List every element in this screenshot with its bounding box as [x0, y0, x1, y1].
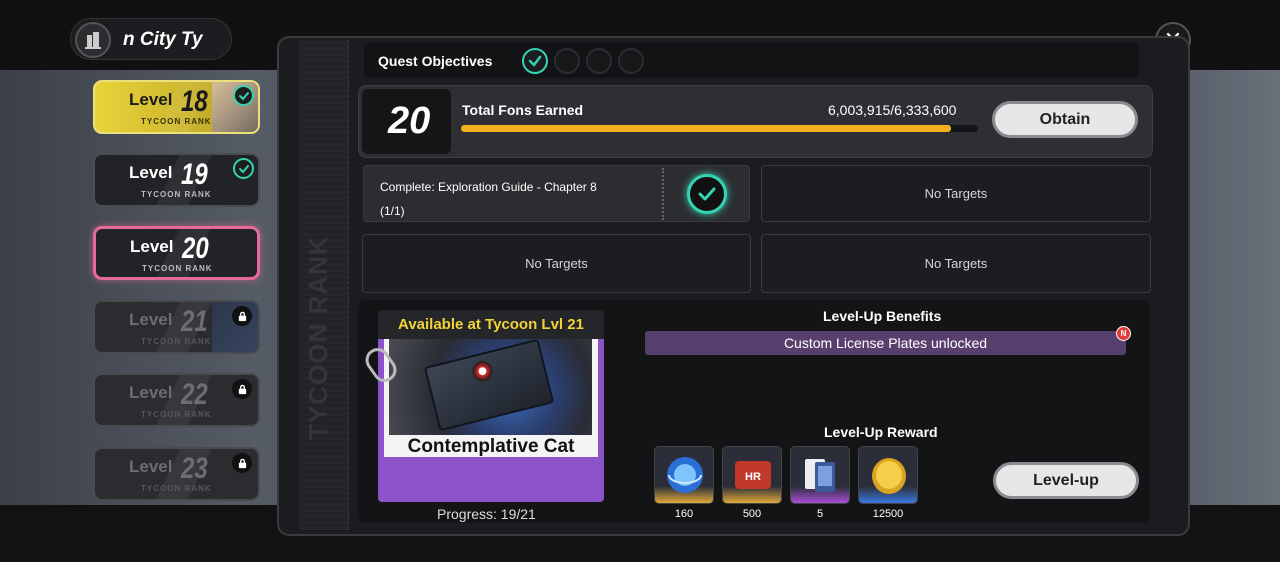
rewards-title: Level-Up Reward	[824, 424, 938, 440]
reward-item[interactable]: HR	[722, 446, 782, 504]
quest-objectives-title: Quest Objectives	[378, 53, 493, 69]
level-rank-label: TYCOON RANK	[142, 264, 213, 273]
benefits-title: Level-Up Benefits	[823, 308, 942, 324]
task-description: Complete: Exploration Guide - Chapter 8 …	[380, 175, 650, 223]
level-up-button[interactable]: Level-up	[993, 462, 1139, 499]
level-rank-label: TYCOON RANK	[141, 484, 212, 493]
reward-quantity: 12500	[872, 508, 904, 520]
objective-pending-dot	[554, 48, 580, 74]
city-building-icon	[75, 22, 111, 58]
level-number: 21	[181, 305, 208, 338]
task-divider	[662, 168, 664, 220]
fons-count: 6,003,915/6,333,600	[828, 102, 957, 118]
reward-quantity: 5	[816, 508, 824, 520]
card-progress: Progress: 19/21	[437, 506, 536, 522]
level-number: 19	[181, 158, 208, 191]
fons-level-number: 20	[388, 100, 431, 142]
level-item-21[interactable]: Level 21 TYCOON RANK	[93, 300, 260, 354]
level-number: 18	[181, 85, 208, 118]
objective-pending-dot	[618, 48, 644, 74]
level-number: 22	[181, 378, 208, 411]
level-prefix: Level	[129, 163, 173, 182]
task-count: (1/1)	[380, 204, 405, 218]
claimed-check-icon	[233, 85, 254, 106]
level-item-22[interactable]: Level 22 TYCOON RANK	[93, 373, 260, 427]
task-title: Complete: Exploration Guide - Chapter 8	[380, 180, 597, 194]
target-slot-3: No Targets	[362, 234, 751, 293]
obtain-button[interactable]: Obtain	[992, 101, 1138, 138]
side-label: TYCOON RANK	[303, 235, 333, 440]
fons-progress-bar	[461, 125, 978, 132]
card-availability-label: Available at Tycoon Lvl 21	[378, 310, 604, 339]
new-badge: N	[1116, 326, 1131, 341]
fons-progress-fill	[461, 125, 952, 132]
level-item-19[interactable]: Level 19 TYCOON RANK	[93, 153, 260, 207]
level-prefix: Level	[129, 457, 173, 476]
reward-item[interactable]	[858, 446, 918, 504]
reward-quantity: 500	[742, 508, 762, 520]
level-item-20[interactable]: Level 20 TYCOON RANK	[93, 226, 260, 280]
target-slot-4: No Targets	[761, 234, 1151, 293]
fons-title: Total Fons Earned	[462, 102, 584, 118]
target-slot-2: No Targets	[761, 165, 1151, 222]
city-name: n City Ty	[123, 29, 203, 50]
city-badge[interactable]: n City Ty	[70, 18, 232, 60]
lock-icon	[232, 306, 252, 326]
level-rank-label: TYCOON RANK	[141, 337, 212, 346]
reward-item[interactable]	[790, 446, 850, 504]
level-prefix: Level	[129, 383, 173, 402]
level-rank-label: TYCOON RANK	[141, 190, 212, 199]
level-number: 20	[182, 232, 209, 265]
lock-icon	[232, 453, 252, 473]
reward-item[interactable]	[654, 446, 714, 504]
card-title: Contemplative Cat	[407, 436, 575, 457]
level-item-18[interactable]: Level 18 TYCOON RANK	[93, 80, 260, 134]
level-prefix: Level	[130, 237, 174, 256]
objective-complete-icon	[522, 48, 548, 74]
level-rank-label: TYCOON RANK	[141, 410, 212, 419]
objective-pending-dot	[586, 48, 612, 74]
level-item-23[interactable]: Level 23 TYCOON RANK	[93, 447, 260, 501]
reward-quantity: 160	[674, 508, 694, 520]
level-prefix: Level	[129, 310, 173, 329]
benefit-item: Custom License Plates unlocked	[645, 331, 1126, 355]
level-prefix: Level	[129, 90, 173, 109]
lock-icon	[232, 379, 252, 399]
level-number: 23	[181, 452, 208, 485]
svg-text:HR: HR	[745, 471, 761, 483]
level-rank-label: TYCOON RANK	[141, 117, 212, 126]
task-complete-check-icon	[687, 174, 727, 214]
claimed-check-icon	[233, 158, 254, 179]
